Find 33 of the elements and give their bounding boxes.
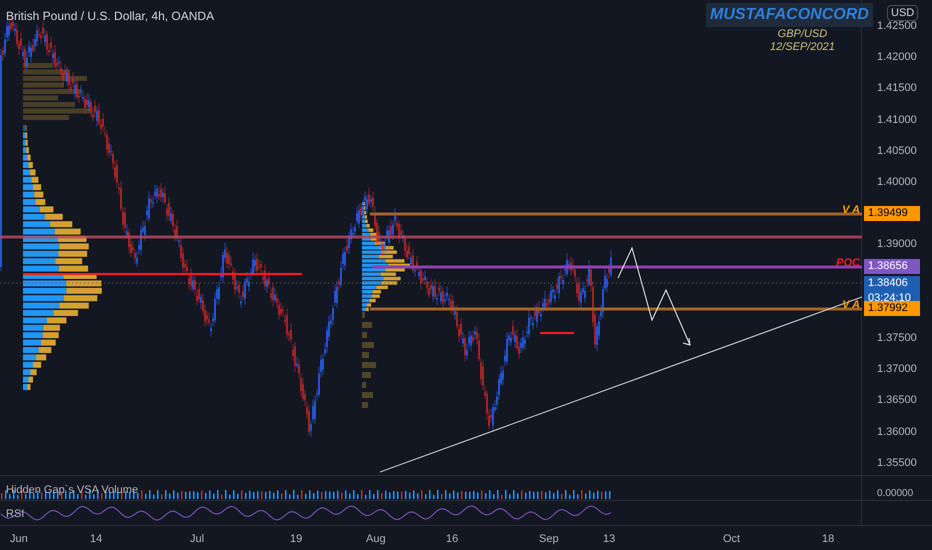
- price-axis-label: 1.37000: [877, 363, 917, 376]
- currency-button[interactable]: USD: [887, 5, 918, 21]
- time-axis-label: 19: [290, 532, 302, 547]
- price-axis-label: 1.42500: [877, 20, 917, 33]
- chart-note: GBP/USD: [778, 28, 828, 41]
- price-axis-label: 1.37500: [877, 332, 917, 345]
- time-axis-label: Sep: [539, 532, 559, 547]
- time-axis-label: 14: [90, 532, 102, 547]
- price-axis-label: 1.39000: [877, 238, 917, 252]
- time-axis-label: 13: [603, 532, 616, 547]
- chart-title: British Pound / U.S. Dollar, 4h, OANDA: [6, 8, 214, 25]
- author-label: MUSTAFACONCORD: [706, 3, 873, 27]
- poc-line: [540, 332, 574, 334]
- price-axis-label: 1.40500: [877, 144, 917, 158]
- price-axis-label: 1.40000: [877, 176, 917, 189]
- time-axis-label: Jun: [10, 532, 28, 547]
- price-axis-label: 1.36000: [877, 426, 917, 439]
- time-axis-label: Aug: [366, 532, 386, 547]
- time-axis-label: 18: [822, 532, 834, 547]
- price-axis-label: 1.42000: [877, 51, 917, 64]
- price-axis-label: 1.41500: [877, 82, 917, 96]
- price-tag: 1.38656: [864, 259, 920, 274]
- price-axis-label: 1.41000: [877, 114, 917, 127]
- indicator-name: Hidden Gap`s VSA Volume: [6, 483, 138, 498]
- volume-axis-label: 0.00000: [876, 487, 914, 500]
- price-axis-label: 1.35500: [877, 456, 917, 470]
- time-axis-label: 16: [446, 532, 458, 547]
- time-axis-label: Oct: [723, 532, 740, 547]
- price-tag: 1.39499: [864, 206, 920, 221]
- price-tag: 1.37992: [864, 301, 920, 316]
- chart-note: 12/SEP/2021: [770, 41, 835, 54]
- price-axis-label: 1.36500: [877, 394, 917, 408]
- time-axis-label: Jul: [190, 532, 204, 547]
